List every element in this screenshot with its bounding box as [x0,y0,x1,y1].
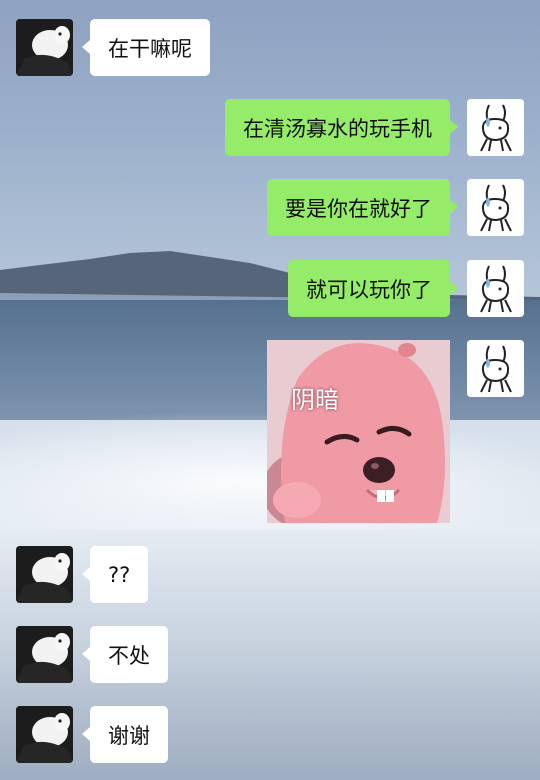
message-row: 谢谢 [16,706,168,763]
cat-avatar[interactable] [16,706,73,763]
cat-avatar[interactable] [16,546,73,603]
cat-avatar[interactable] [16,19,73,76]
received-message-bubble[interactable]: 谢谢 [82,706,168,763]
pink-beaver-sticker[interactable]: 阴暗 [267,340,450,523]
sent-message-bubble[interactable]: 在清汤寡水的玩手机 [225,99,458,156]
bunny-avatar[interactable] [467,260,524,317]
received-message-bubble[interactable]: 不处 [82,626,168,683]
bunny-avatar[interactable] [467,99,524,156]
message-row: 阴暗 [267,340,524,523]
message-row: 要是你在就好了 [267,179,524,236]
message-row: 不处 [16,626,168,683]
sticker-caption: 阴暗 [291,386,339,414]
bunny-avatar[interactable] [467,340,524,397]
message-row: 在清汤寡水的玩手机 [225,99,524,156]
sent-message-bubble[interactable]: 要是你在就好了 [267,179,458,236]
message-row: 在干嘛呢 [16,19,210,76]
received-message-bubble[interactable]: ?? [81,546,149,603]
sent-message-bubble[interactable]: 就可以玩你了 [288,260,458,317]
message-row: ?? [16,546,149,603]
received-message-bubble[interactable]: 在干嘛呢 [82,19,210,76]
cat-avatar[interactable] [16,626,73,683]
message-row: 就可以玩你了 [288,260,524,317]
bunny-avatar[interactable] [467,179,524,236]
